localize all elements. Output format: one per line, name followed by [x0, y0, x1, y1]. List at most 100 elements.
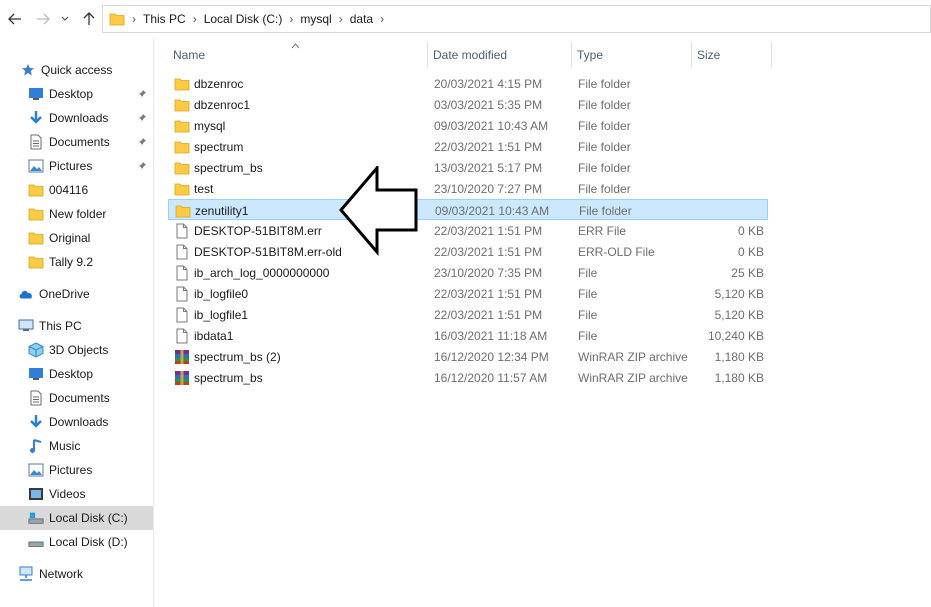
folder-icon: [107, 6, 129, 32]
sidebar-item-new-folder[interactable]: New folder: [0, 202, 153, 226]
file-name: mysql: [194, 118, 226, 133]
file-size: 1,180 KB: [714, 370, 764, 385]
file-row[interactable]: spectrum_bs 16/12/2020 11:57 AM WinRAR ZIP…: [168, 367, 768, 388]
file-row[interactable]: ibdata1 16/03/2021 11:18 AM File 10,240 KB: [168, 325, 768, 346]
breadcrumb-mysql[interactable]: mysql: [296, 6, 335, 32]
breadcrumb-separator-icon[interactable]: ›: [377, 6, 387, 32]
up-button[interactable]: [79, 8, 99, 30]
breadcrumb-separator-icon: ›: [132, 12, 136, 26]
sidebar-item-desktop[interactable]: Desktop: [0, 362, 153, 386]
folder-icon: [28, 254, 44, 270]
up-arrow-icon: [83, 12, 95, 25]
pin-icon: [137, 112, 147, 126]
file-name: spectrum_bs: [194, 160, 263, 175]
address-bar[interactable]: › This PC › Local Disk (C:) › mysql › da…: [102, 5, 931, 33]
sidebar-item-tally-9-2[interactable]: Tally 9.2: [0, 250, 153, 274]
sidebar-item-local-disk-d[interactable]: Local Disk (D:): [0, 530, 153, 554]
file-row[interactable]: ib_arch_log_0000000000 23/10/2020 7:35 PM…: [168, 262, 768, 283]
file-row[interactable]: ib_logfile0 22/03/2021 1:51 PM File 5,120 K…: [168, 283, 768, 304]
file-row[interactable]: dbzenroc1 03/03/2021 5:35 PM File folder: [168, 94, 768, 115]
file-row[interactable]: dbzenroc 20/03/2021 4:15 PM File folder: [168, 73, 768, 94]
pin-icon: [137, 88, 147, 102]
file-size: 10,240 KB: [707, 328, 764, 343]
sidebar-item-label: Documents: [49, 391, 110, 405]
breadcrumb-separator-icon[interactable]: ›: [286, 6, 296, 32]
file-icon: [174, 241, 190, 262]
sidebar-item-downloads[interactable]: Downloads: [0, 410, 153, 434]
sidebar-item-label: OneDrive: [39, 287, 90, 301]
column-header-date-modified[interactable]: Date modified: [428, 42, 572, 68]
sidebar-item-quick-access[interactable]: Quick access: [0, 58, 153, 82]
videos-icon: [28, 486, 44, 502]
file-size: 0 KB: [737, 244, 764, 259]
breadcrumb-separator-icon[interactable]: ›: [190, 6, 200, 32]
breadcrumb-separator-icon[interactable]: ›: [336, 6, 346, 32]
sidebar-item-label: Network: [39, 567, 84, 581]
downloads-icon: [28, 414, 44, 430]
file-name: ib_logfile0: [194, 286, 249, 301]
desktop-icon: [28, 366, 44, 382]
sidebar-item-3d-objects[interactable]: 3D Objects: [0, 338, 153, 362]
file-row[interactable]: spectrum 22/03/2021 1:51 PM File folder: [168, 136, 768, 157]
file-date-modified: 13/03/2021 5:17 PM: [434, 160, 543, 175]
file-name: spectrum_bs: [194, 370, 263, 385]
file-row[interactable]: test 23/10/2020 7:27 PM File folder: [168, 178, 768, 199]
folder-icon: [174, 115, 190, 136]
file-type: File folder: [578, 139, 631, 154]
breadcrumb-local-disk[interactable]: Local Disk (C:): [200, 6, 287, 32]
column-header-name[interactable]: Name: [168, 42, 428, 68]
file-name: spectrum_bs (2): [194, 349, 281, 364]
breadcrumb-this-pc[interactable]: This PC: [139, 6, 190, 32]
file-type: ERR-OLD File: [578, 244, 655, 259]
sidebar-item-documents[interactable]: Documents: [0, 386, 153, 410]
sidebar-item-label: Tally 9.2: [49, 255, 94, 269]
file-size: 25 KB: [731, 265, 764, 280]
folder-icon: [174, 178, 190, 199]
file-date-modified: 09/03/2021 10:43 AM: [434, 118, 549, 133]
column-header-type[interactable]: Type: [572, 42, 692, 68]
forward-button[interactable]: [33, 8, 53, 30]
sidebar-item-pictures[interactable]: Pictures: [0, 458, 153, 482]
documents-icon: [28, 134, 44, 150]
sidebar-item-onedrive[interactable]: OneDrive: [0, 282, 153, 306]
sidebar-item-original[interactable]: Original: [0, 226, 153, 250]
recent-locations-button[interactable]: [58, 8, 72, 30]
folder-icon: [28, 206, 44, 222]
column-header-size[interactable]: Size: [692, 42, 772, 68]
sidebar-item-downloads[interactable]: Downloads: [0, 106, 153, 130]
file-date-modified: 16/12/2020 12:34 PM: [434, 349, 549, 364]
sidebar-item-this-pc[interactable]: This PC: [0, 314, 153, 338]
sidebar-item-music[interactable]: Music: [0, 434, 153, 458]
sidebar-item-label: New folder: [49, 207, 107, 221]
onedrive-icon: [18, 286, 34, 302]
file-size: [698, 115, 764, 136]
file-row[interactable]: ib_logfile1 22/03/2021 1:51 PM File 5,120 K…: [168, 304, 768, 325]
breadcrumb-data[interactable]: data: [346, 6, 377, 32]
file-size: 5,120 KB: [714, 286, 764, 301]
file-name: dbzenroc: [194, 76, 244, 91]
file-date-modified: 22/03/2021 1:51 PM: [434, 139, 543, 154]
file-row[interactable]: DESKTOP-51BIT8M.err-old 22/03/2021 1:51 P…: [168, 241, 768, 262]
file-size: 0 KB: [737, 223, 764, 238]
sidebar-item-label: Downloads: [49, 415, 109, 429]
chevron-down-icon: [61, 16, 69, 21]
file-row[interactable]: mysql 09/03/2021 10:43 AM File folder: [168, 115, 768, 136]
sidebar-item-label: Local Disk (D:): [49, 535, 128, 549]
sidebar-item-desktop[interactable]: Desktop: [0, 82, 153, 106]
music-icon: [28, 438, 44, 454]
file-date-modified: 23/10/2020 7:35 PM: [434, 265, 543, 280]
file-row[interactable]: spectrum_bs (2) 16/12/2020 12:34 PM WinRAR…: [168, 346, 768, 367]
sidebar-item-documents[interactable]: Documents: [0, 130, 153, 154]
sidebar-item-pictures[interactable]: Pictures: [0, 154, 153, 178]
file-row[interactable]: DESKTOP-51BIT8M.err 22/03/2021 1:51 PM ERR…: [168, 220, 768, 241]
file-name: spectrum: [194, 139, 244, 154]
file-row[interactable]: spectrum_bs 13/03/2021 5:17 PM File folder: [168, 157, 768, 178]
sidebar-item-004116[interactable]: 004116: [0, 178, 153, 202]
file-type: File folder: [578, 160, 631, 175]
sidebar-item-network[interactable]: Network: [0, 562, 153, 586]
sidebar-item-videos[interactable]: Videos: [0, 482, 153, 506]
sidebar-item-local-disk-c[interactable]: Local Disk (C:): [0, 506, 153, 530]
file-type: File folder: [578, 76, 631, 91]
back-button[interactable]: [5, 8, 25, 30]
file-row[interactable]: zenutility1 09/03/2021 10:43 AM File folde…: [168, 199, 768, 220]
